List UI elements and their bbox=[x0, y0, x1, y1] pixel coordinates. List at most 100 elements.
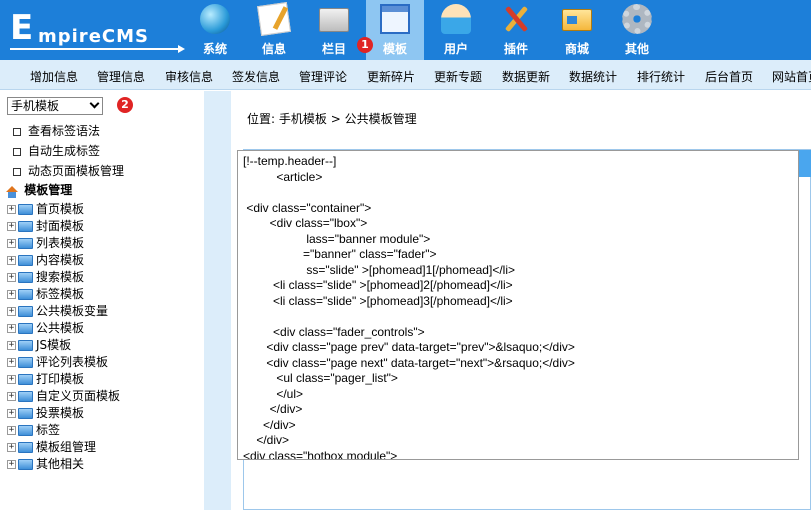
tree-node-label: 投票模板 bbox=[36, 406, 85, 420]
submenu-data-stats[interactable]: 数据统计 bbox=[569, 68, 617, 85]
tree-node-cover-template[interactable]: + 封面模板 bbox=[7, 217, 84, 234]
tree-node-tag-template[interactable]: + 标签模板 bbox=[7, 285, 84, 302]
bullet-square-icon bbox=[13, 127, 21, 136]
submenu-manage-info[interactable]: 管理信息 bbox=[97, 68, 145, 85]
tree-node-other[interactable]: + 其他相关 bbox=[7, 455, 84, 472]
tree-node-label: 标签 bbox=[36, 423, 61, 437]
submenu-manage-comments[interactable]: 管理评论 bbox=[299, 68, 347, 85]
link-tag-syntax[interactable]: 查看标签语法 bbox=[13, 122, 100, 139]
tree-node-label: 打印模板 bbox=[36, 372, 85, 386]
tree-node-public-template[interactable]: + 公共模板 bbox=[7, 319, 84, 336]
nav-tab-label: 信息 bbox=[261, 42, 286, 56]
expand-plus-icon[interactable]: + bbox=[7, 358, 16, 367]
expand-plus-icon[interactable]: + bbox=[7, 341, 16, 350]
step-badge-1: 1 bbox=[357, 37, 373, 53]
submenu-update-fragments[interactable]: 更新碎片 bbox=[367, 68, 415, 85]
logo-arrow-icon bbox=[178, 45, 185, 53]
tree-node-template-group[interactable]: + 模板组管理 bbox=[7, 438, 96, 455]
submenu-rank-stats[interactable]: 排行统计 bbox=[637, 68, 685, 85]
expand-plus-icon[interactable]: + bbox=[7, 273, 16, 282]
link-label: 自动生成标签 bbox=[28, 144, 101, 158]
nav-tab-plugin[interactable]: 插件 bbox=[487, 0, 545, 60]
expand-plus-icon[interactable]: + bbox=[7, 443, 16, 452]
folder-icon bbox=[18, 289, 33, 300]
expand-plus-icon[interactable]: + bbox=[7, 256, 16, 265]
expand-plus-icon[interactable]: + bbox=[7, 222, 16, 231]
frame-splitter[interactable] bbox=[204, 91, 231, 510]
expand-plus-icon[interactable]: + bbox=[7, 307, 16, 316]
expand-plus-icon[interactable]: + bbox=[7, 409, 16, 418]
tree-node-label: 标签模板 bbox=[36, 287, 85, 301]
tree-node-custom-page-template[interactable]: + 自定义页面模板 bbox=[7, 387, 120, 404]
tree-node-js-template[interactable]: + JS模板 bbox=[7, 336, 71, 353]
expand-plus-icon[interactable]: + bbox=[7, 392, 16, 401]
tree-root-template-manage[interactable]: 模板管理 bbox=[6, 181, 72, 198]
submenu-add-info[interactable]: 增加信息 bbox=[30, 68, 78, 85]
expand-plus-icon[interactable]: + bbox=[7, 324, 16, 333]
expand-plus-icon[interactable]: + bbox=[7, 460, 16, 469]
breadcrumb: 位置: 手机模板 > 公共模板管理 bbox=[247, 110, 417, 127]
expand-plus-icon[interactable]: + bbox=[7, 375, 16, 384]
tree-node-label: 模板组管理 bbox=[36, 440, 97, 454]
submenu-site-home[interactable]: 网站首页 bbox=[772, 68, 811, 85]
nav-tab-template[interactable]: 模板 bbox=[366, 0, 424, 60]
globe-icon bbox=[200, 4, 230, 34]
folder-icon bbox=[18, 272, 33, 283]
chevron-down-icon bbox=[89, 98, 100, 109]
tree-root-label: 模板管理 bbox=[24, 183, 73, 197]
tree-node-list-template[interactable]: + 列表模板 bbox=[7, 234, 84, 251]
logo-text: mpireCMS bbox=[38, 26, 149, 47]
tree-node-print-template[interactable]: + 打印模板 bbox=[7, 370, 84, 387]
nav-tab-info[interactable]: 信息 bbox=[245, 0, 303, 60]
nav-tab-label: 其他 bbox=[624, 42, 649, 56]
nav-tab-label: 插件 bbox=[503, 42, 528, 56]
gear-icon bbox=[622, 4, 652, 34]
folder-icon bbox=[18, 204, 33, 215]
nav-tab-system[interactable]: 系统 bbox=[186, 0, 244, 60]
template-code-textarea[interactable]: [!--temp.header--] <article> <div class=… bbox=[237, 150, 799, 460]
expand-plus-icon[interactable]: + bbox=[7, 290, 16, 299]
folder-icon bbox=[18, 255, 33, 266]
nav-tab-other[interactable]: 其他 bbox=[608, 0, 666, 60]
link-auto-tags[interactable]: 自动生成标签 bbox=[13, 142, 100, 159]
tree-node-comment-list-template[interactable]: + 评论列表模板 bbox=[7, 353, 108, 370]
tree-node-home-template[interactable]: + 首页模板 bbox=[7, 200, 84, 217]
tree-node-label: JS模板 bbox=[36, 338, 72, 352]
nav-tab-label: 系统 bbox=[202, 42, 227, 56]
breadcrumb-public-template-manage[interactable]: 公共模板管理 bbox=[345, 112, 417, 126]
nav-tab-label: 栏目 bbox=[321, 42, 346, 56]
tree-node-vote-template[interactable]: + 投票模板 bbox=[7, 404, 84, 421]
template-mode-select[interactable]: 手机模板 bbox=[7, 97, 103, 115]
folder-icon bbox=[18, 306, 33, 317]
nav-tab-user[interactable]: 用户 bbox=[427, 0, 485, 60]
folder-icon bbox=[18, 323, 33, 334]
tree-node-content-template[interactable]: + 内容模板 bbox=[7, 251, 84, 268]
nav-tab-column[interactable]: 栏目 bbox=[305, 0, 363, 60]
tree-node-tags[interactable]: + 标签 bbox=[7, 421, 60, 438]
tree-node-label: 其他相关 bbox=[36, 457, 85, 471]
folder-icon bbox=[18, 442, 33, 453]
breadcrumb-prefix: 位置: bbox=[247, 112, 276, 126]
submenu-update-topics[interactable]: 更新专题 bbox=[434, 68, 482, 85]
link-dynamic-templates[interactable]: 动态页面模板管理 bbox=[13, 162, 124, 179]
nav-tab-shop[interactable]: 商城 bbox=[548, 0, 606, 60]
tree-node-label: 内容模板 bbox=[36, 253, 85, 267]
breadcrumb-mobile-template[interactable]: 手机模板 bbox=[279, 112, 327, 126]
tools-icon bbox=[501, 4, 531, 34]
submenu-data-update[interactable]: 数据更新 bbox=[502, 68, 550, 85]
expand-plus-icon[interactable]: + bbox=[7, 205, 16, 214]
expand-plus-icon[interactable]: + bbox=[7, 239, 16, 248]
tree-node-search-template[interactable]: + 搜索模板 bbox=[7, 268, 84, 285]
submenu-admin-home[interactable]: 后台首页 bbox=[705, 68, 753, 85]
expand-plus-icon[interactable]: + bbox=[7, 426, 16, 435]
folder-icon bbox=[18, 425, 33, 436]
main-content: 位置: 手机模板 > 公共模板管理 [!--temp.header--] <ar… bbox=[231, 91, 811, 510]
submenu-review-info[interactable]: 审核信息 bbox=[165, 68, 213, 85]
folder-icon bbox=[18, 408, 33, 419]
tree-node-label: 自定义页面模板 bbox=[36, 389, 121, 403]
submenu-sign-info[interactable]: 签发信息 bbox=[232, 68, 280, 85]
step-badge-2: 2 bbox=[117, 97, 133, 113]
folder-icon bbox=[18, 357, 33, 368]
logo-letter: E bbox=[10, 8, 34, 48]
tree-node-public-vars[interactable]: + 公共模板变量 bbox=[7, 302, 108, 319]
